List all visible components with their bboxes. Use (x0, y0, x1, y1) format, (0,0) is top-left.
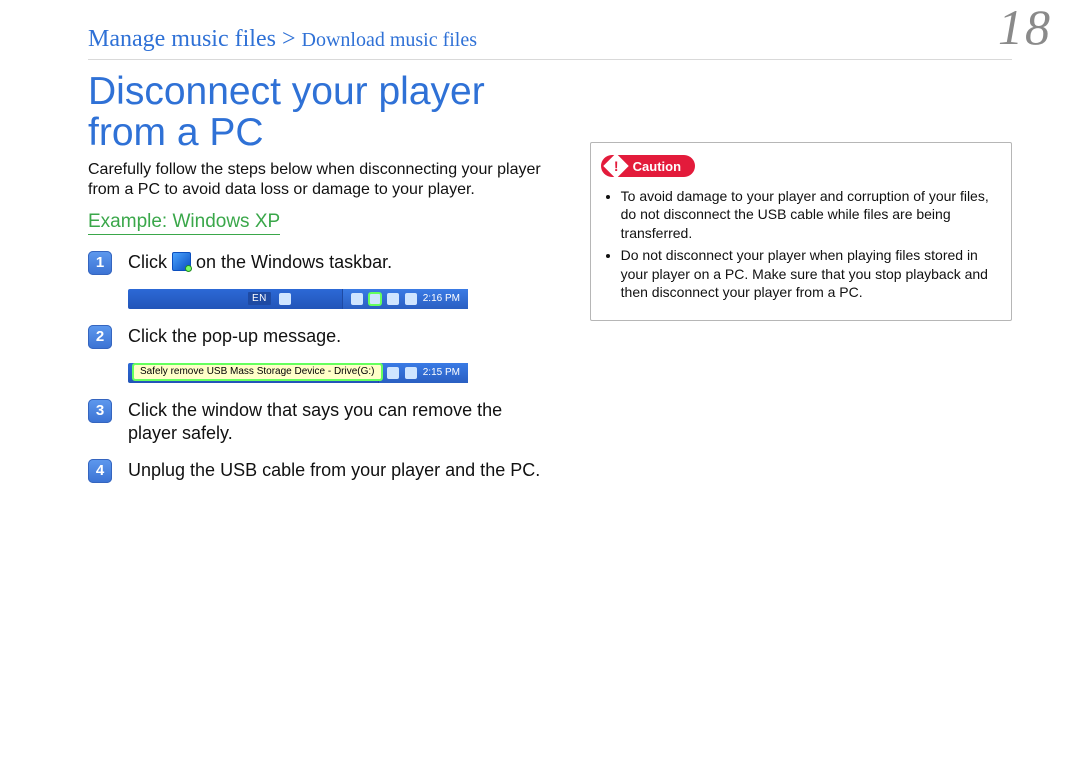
breadcrumb: Manage music files > Download music file… (88, 26, 1012, 53)
tray-icon (405, 367, 417, 379)
step-number-2: 2 (88, 325, 112, 349)
content-columns: Disconnect your player from a PC Careful… (88, 70, 1012, 497)
step-number-3: 3 (88, 399, 112, 423)
page-number: 18 (998, 2, 1052, 52)
step-3: 3 Click the window that says you can rem… (88, 399, 550, 445)
tray-icon (387, 293, 399, 305)
breadcrumb-sub: Download music files (302, 29, 478, 51)
tray-icon (279, 293, 291, 305)
caution-list: To avoid damage to your player and corru… (621, 187, 997, 302)
step-3-text: Click the window that says you can remov… (128, 399, 550, 445)
safely-remove-icon (172, 252, 191, 271)
safely-remove-balloon: Safely remove USB Mass Storage Device - … (133, 364, 382, 380)
tray-safely-remove-icon (369, 293, 381, 305)
breadcrumb-sep: > (276, 26, 302, 52)
taskbar-screenshot-1: EN 2:16 PM (128, 289, 468, 309)
caution-item: Do not disconnect your player when playi… (621, 246, 997, 301)
step-number-1: 1 (88, 251, 112, 275)
header-divider (88, 59, 1012, 60)
step-4: 4 Unplug the USB cable from your player … (88, 459, 550, 483)
caution-item: To avoid damage to your player and corru… (621, 187, 997, 242)
caution-icon: ! (603, 153, 628, 178)
step-1: 1 Click on the Windows taskbar. (88, 251, 550, 275)
step-2-text: Click the pop-up message. (128, 325, 341, 349)
taskbar2-tray: 2:15 PM (378, 363, 468, 383)
taskbar-screenshot-2: Safely remove USB Mass Storage Device - … (128, 363, 468, 383)
breadcrumb-main: Manage music files (88, 26, 276, 52)
intro-text: Carefully follow the steps below when di… (88, 160, 550, 201)
tray-icon (405, 293, 417, 305)
left-column: Disconnect your player from a PC Careful… (88, 70, 550, 497)
taskbar1-tray: 2:16 PM (342, 289, 468, 309)
tray-icon (351, 293, 363, 305)
step-1-text-a: Click (128, 252, 172, 272)
step-4-text: Unplug the USB cable from your player an… (128, 459, 540, 483)
step-1-text: Click on the Windows taskbar. (128, 251, 392, 275)
step-1-text-b: on the Windows taskbar. (196, 252, 392, 272)
taskbar1-lang: EN (248, 292, 271, 305)
step-2: 2 Click the pop-up message. (88, 325, 550, 349)
right-column: ! Caution To avoid damage to your player… (590, 70, 1012, 497)
taskbar1-time: 2:16 PM (423, 293, 460, 304)
step-number-4: 4 (88, 459, 112, 483)
caution-box: ! Caution To avoid damage to your player… (590, 142, 1012, 321)
page-title: Disconnect your player from a PC (88, 72, 550, 154)
taskbar2-time: 2:15 PM (423, 367, 460, 378)
tray-icon (387, 367, 399, 379)
manual-page: 18 Manage music files > Download music f… (0, 0, 1080, 762)
caution-label: Caution (633, 159, 681, 174)
example-label: Example: Windows XP (88, 211, 280, 235)
caution-badge: ! Caution (601, 155, 695, 177)
